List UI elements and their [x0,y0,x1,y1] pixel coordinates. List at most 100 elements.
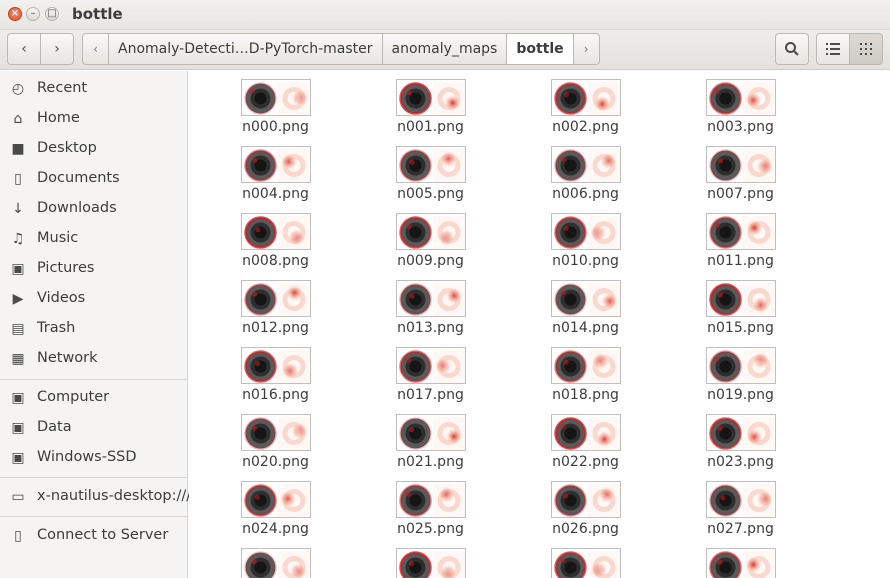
bottle-image [399,216,432,249]
sidebar-item-videos[interactable]: ▶ Videos [0,285,188,313]
sidebar-item-desktop[interactable]: ■ Desktop [0,135,188,163]
breadcrumb-scroll-right-button[interactable]: › [572,33,600,65]
sidebar-item-network[interactable]: ▦ Network [0,345,188,373]
bottle-image [554,283,587,316]
sidebar-item-music[interactable]: ♫ Music [0,225,188,253]
sidebar-item-pictures[interactable]: ▣ Pictures [0,255,188,283]
file-item[interactable]: n024.png [209,473,329,537]
sidebar-item-data[interactable]: ▣ Data [0,414,188,442]
sidebar-item-windows-ssd[interactable]: ▣ Windows-SSD [0,444,188,472]
sidebar-item-connect-to-server[interactable]: ▯ Connect to Server [0,522,188,550]
file-item[interactable] [209,540,329,578]
sidebar-item-trash[interactable]: ▤ Trash [0,315,188,343]
sidebar-divider [0,379,187,380]
document-icon: ▯ [14,171,22,187]
file-item[interactable]: n012.png [209,272,329,336]
bottle-image [399,417,432,450]
file-item[interactable] [519,540,639,578]
sidebar-item-recent[interactable]: ◴ Recent [0,75,188,103]
anomaly-heatmap [278,551,310,578]
breadcrumb: ‹ Anomaly-Detecti…D-PyTorch-master anoma… [82,33,600,65]
file-item[interactable]: n006.png [519,138,639,202]
file-item[interactable]: n001.png [364,71,484,135]
maximize-window-button[interactable]: □ [45,7,59,21]
file-item[interactable]: n016.png [209,339,329,403]
minimize-window-button[interactable]: – [26,7,40,21]
file-item[interactable]: n015.png [674,272,794,336]
file-name: n023.png [707,454,774,470]
breadcrumb-item[interactable]: Anomaly-Detecti…D-PyTorch-master [108,33,383,65]
breadcrumb-item[interactable]: anomaly_maps [381,33,508,65]
file-thumbnail [706,548,776,578]
file-name: n018.png [552,387,619,403]
close-window-button[interactable]: × [8,7,22,21]
sidebar-item-label: Downloads [37,200,117,216]
file-item[interactable]: n020.png [209,406,329,470]
list-view-button[interactable] [816,33,850,65]
title-bar: × – □ bottle [0,0,890,30]
file-name: n012.png [242,320,309,336]
file-thumbnail [241,347,311,384]
file-item[interactable]: n002.png [519,71,639,135]
anomaly-heatmap [433,417,465,450]
file-item[interactable] [364,540,484,578]
anomaly-heatmap [588,484,620,517]
file-thumbnail [396,79,466,116]
file-item[interactable]: n008.png [209,205,329,269]
file-item[interactable]: n007.png [674,138,794,202]
file-item[interactable]: n009.png [364,205,484,269]
back-button[interactable]: ‹ [7,33,41,65]
file-item[interactable]: n011.png [674,205,794,269]
file-thumbnail [551,347,621,384]
bottle-image [709,82,742,115]
sidebar-item-label: Home [37,110,80,126]
file-item[interactable]: n010.png [519,205,639,269]
bottle-image [399,283,432,316]
file-item[interactable]: n000.png [209,71,329,135]
server-icon: ▯ [14,528,22,544]
home-icon: ⌂ [13,111,23,127]
file-name: n022.png [552,454,619,470]
download-icon: ↓ [12,201,24,217]
file-name: n021.png [397,454,464,470]
file-item[interactable]: n014.png [519,272,639,336]
clock-icon: ◴ [11,81,25,97]
search-button[interactable] [775,33,809,65]
bottle-image [554,216,587,249]
file-item[interactable]: n026.png [519,473,639,537]
file-item[interactable]: n021.png [364,406,484,470]
file-item[interactable]: n017.png [364,339,484,403]
sidebar: ◴ Recent ⌂ Home ■ Desktop ▯ Documents ↓ … [0,71,191,578]
bottle-image [244,484,277,517]
file-item[interactable]: n019.png [674,339,794,403]
sidebar-item-documents[interactable]: ▯ Documents [0,165,188,193]
anomaly-heatmap [433,350,465,383]
file-name: n001.png [397,119,464,135]
bottle-image [244,216,277,249]
breadcrumb-scroll-left-button[interactable]: ‹ [82,33,109,65]
file-item[interactable]: n023.png [674,406,794,470]
file-item[interactable]: n003.png [674,71,794,135]
forward-button[interactable]: › [40,33,74,65]
file-item[interactable]: n022.png [519,406,639,470]
anomaly-heatmap [433,551,465,578]
file-item[interactable]: n018.png [519,339,639,403]
anomaly-heatmap [743,283,775,316]
breadcrumb-item-current[interactable]: bottle [506,33,574,65]
sidebar-item-downloads[interactable]: ↓ Downloads [0,195,188,223]
file-item[interactable]: n013.png [364,272,484,336]
file-thumbnail [396,280,466,317]
grid-view-button[interactable] [849,33,883,65]
file-item[interactable]: n025.png [364,473,484,537]
sidebar-item-computer[interactable]: ▣ Computer [0,384,188,412]
file-item[interactable]: n004.png [209,138,329,202]
sidebar-item-home[interactable]: ⌂ Home [0,105,188,133]
file-name: n009.png [397,253,464,269]
file-item[interactable] [674,540,794,578]
file-item[interactable]: n027.png [674,473,794,537]
anomaly-heatmap [278,82,310,115]
anomaly-heatmap [743,350,775,383]
sidebar-item-nautilus-desktop[interactable]: ▭ x-nautilus-desktop:/// [0,483,191,511]
file-item[interactable]: n005.png [364,138,484,202]
sidebar-item-label: Videos [37,290,86,306]
